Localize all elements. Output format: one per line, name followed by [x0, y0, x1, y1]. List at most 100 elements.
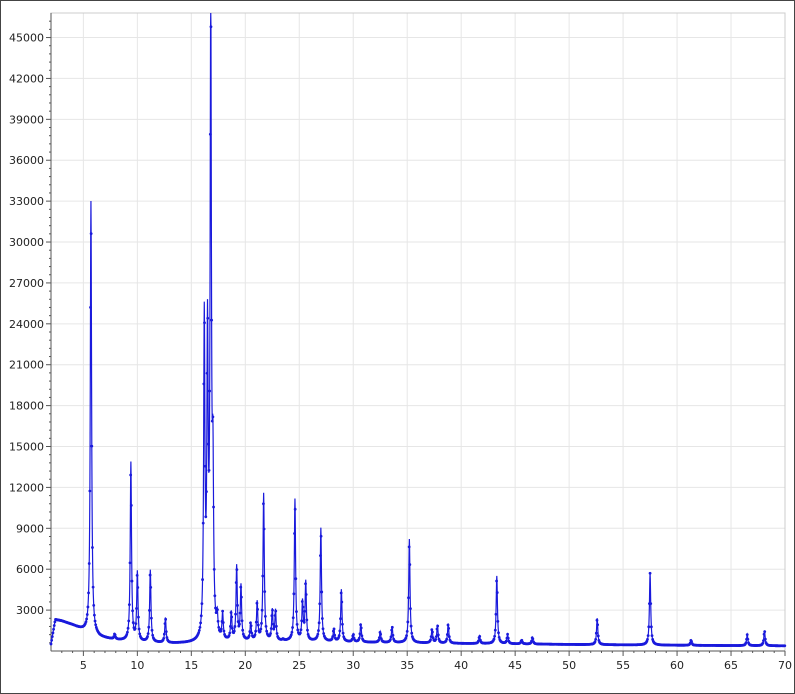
data-point: [259, 627, 263, 631]
data-point: [274, 624, 278, 628]
data-point: [87, 591, 90, 595]
data-point: [593, 640, 597, 644]
data-point: [210, 419, 214, 423]
data-point: [92, 604, 96, 607]
data-point: [304, 582, 307, 586]
data-point: [211, 415, 215, 419]
data-point: [126, 630, 129, 634]
data-point: [135, 573, 139, 577]
data-point: [300, 600, 304, 603]
data-point: [650, 634, 654, 638]
y-tick-label: 9000: [16, 522, 44, 535]
data-point: [260, 621, 263, 625]
data-point: [436, 633, 440, 637]
data-point: [147, 625, 151, 629]
x-tick-label: 15: [184, 659, 198, 672]
data-point: [239, 585, 243, 589]
data-point: [216, 608, 219, 612]
x-tick-label: 60: [670, 659, 684, 672]
data-point: [201, 578, 204, 581]
y-tick-label: 39000: [9, 113, 44, 126]
data-point: [318, 602, 322, 606]
data-point: [162, 632, 166, 636]
y-tick-label: 33000: [9, 195, 44, 208]
data-point: [446, 623, 450, 627]
data-point: [230, 626, 234, 630]
data-point: [86, 605, 90, 609]
data-point: [131, 609, 135, 613]
data-point: [291, 626, 294, 629]
data-point: [291, 616, 295, 620]
data-point: [306, 628, 309, 632]
data-point: [594, 631, 598, 635]
data-point: [227, 634, 231, 637]
data-point: [359, 623, 362, 627]
x-tick-label: 65: [724, 659, 738, 672]
data-point: [305, 618, 309, 622]
data-point: [148, 573, 152, 577]
data-point: [340, 600, 344, 604]
data-point: [209, 25, 213, 29]
data-point: [222, 629, 226, 633]
data-point: [203, 464, 207, 468]
data-point: [206, 316, 210, 320]
data-point: [228, 631, 232, 635]
data-point: [296, 628, 300, 632]
data-point: [341, 622, 344, 626]
data-point: [494, 612, 498, 616]
data-point: [256, 623, 260, 627]
data-point: [162, 636, 166, 640]
data-point: [236, 604, 239, 607]
data-point: [506, 632, 509, 636]
data-point: [390, 628, 394, 632]
diffraction-chart: 3000 6000 9000 12000 15000 18000 21000 24000 270…: [9, 12, 792, 672]
chart-frame: 3000 6000 9000 12000 15000 18000 21000 24000 270…: [0, 0, 795, 694]
data-point: [130, 579, 134, 583]
data-point: [333, 633, 337, 637]
data-point: [596, 634, 600, 638]
data-point: [90, 444, 94, 448]
data-point: [87, 562, 91, 565]
data-point: [202, 382, 206, 386]
data-point: [240, 595, 243, 599]
data-point: [212, 505, 215, 509]
data-point: [52, 624, 56, 627]
data-point: [85, 613, 89, 616]
data-point: [138, 632, 142, 636]
data-point: [431, 630, 434, 634]
x-tick-label: 20: [238, 659, 252, 672]
data-point: [213, 594, 217, 598]
data-point: [85, 617, 89, 621]
y-tick-label: 45000: [9, 32, 44, 45]
data-point: [763, 637, 767, 641]
data-point: [295, 610, 298, 614]
data-point: [478, 634, 482, 638]
data-point: [321, 627, 325, 631]
data-point: [200, 602, 204, 606]
y-tick-label: 24000: [9, 318, 44, 331]
data-point: [255, 601, 259, 605]
x-tick-label: 55: [616, 659, 630, 672]
y-tick-label: 18000: [9, 400, 44, 413]
data-point: [201, 521, 205, 525]
data-point: [301, 605, 305, 609]
data-point: [249, 624, 253, 628]
data-point: [290, 630, 294, 634]
data-point: [265, 629, 269, 633]
data-point: [646, 634, 650, 637]
data-point: [205, 371, 209, 375]
data-point: [150, 628, 154, 632]
data-point: [322, 632, 326, 635]
y-tick-label: 42000: [9, 72, 44, 85]
data-point: [234, 612, 237, 616]
data-point: [126, 626, 130, 630]
data-point: [151, 633, 155, 637]
data-point: [357, 636, 361, 640]
data-point: [199, 621, 203, 625]
x-tick-label: 10: [130, 659, 144, 672]
data-point: [317, 621, 321, 625]
data-point: [493, 634, 497, 638]
data-point: [496, 619, 500, 623]
data-point: [407, 596, 410, 600]
data-point: [91, 546, 94, 549]
